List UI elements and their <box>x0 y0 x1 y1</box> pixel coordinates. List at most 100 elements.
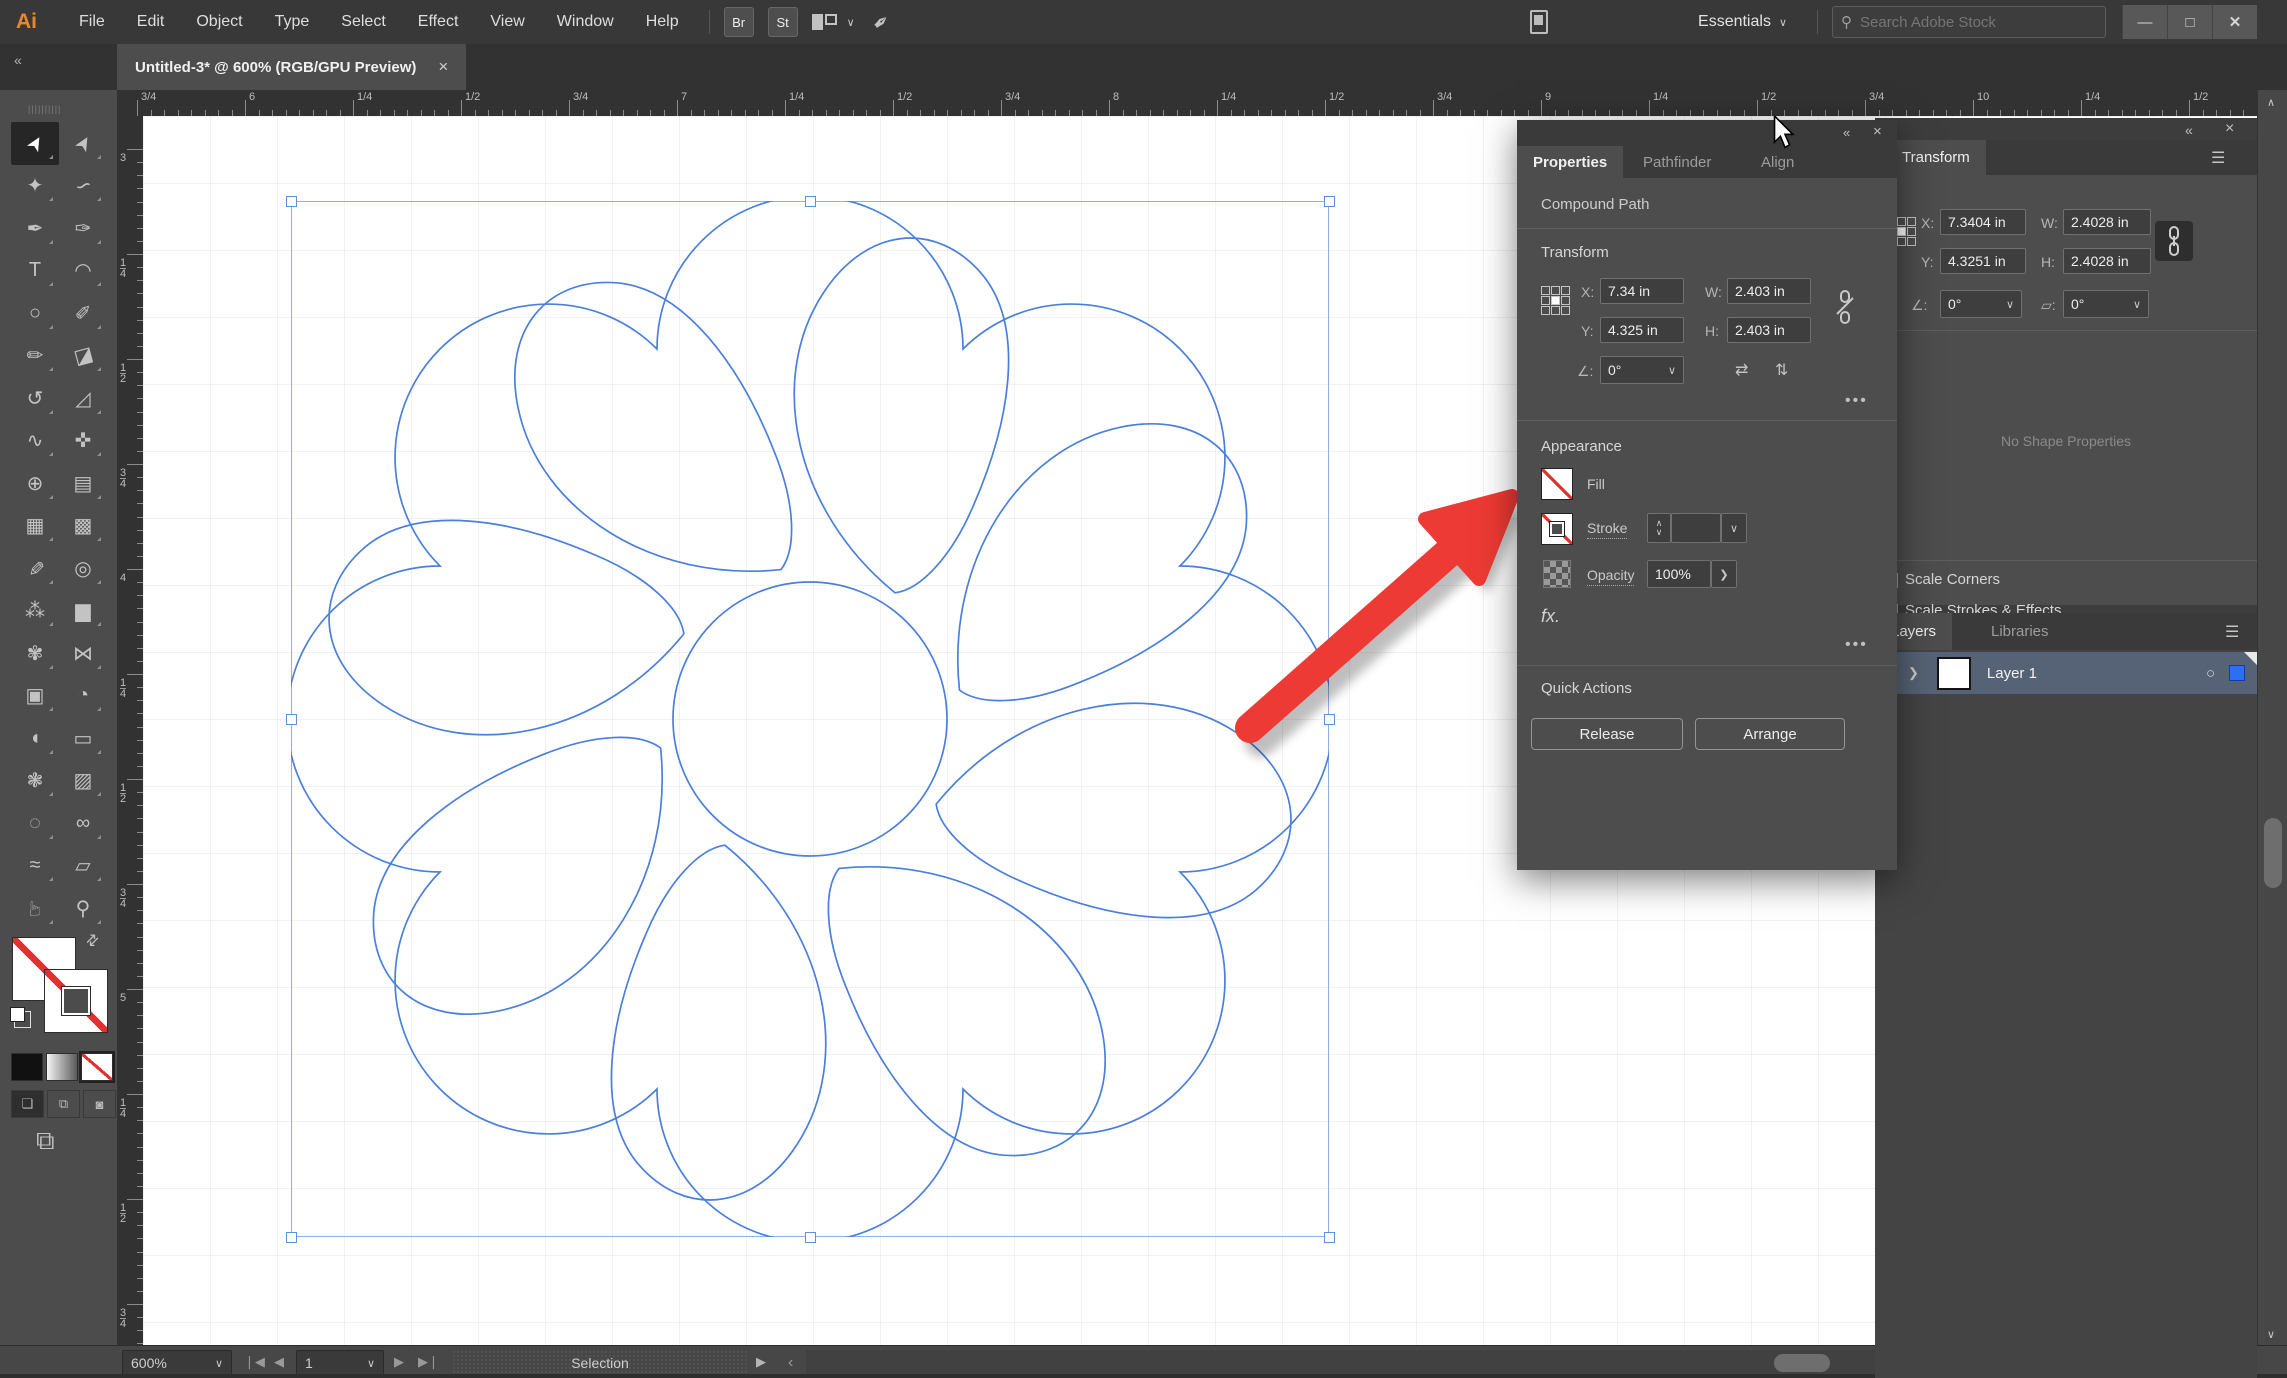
zoom-dropdown-icon[interactable]: ∨ <box>215 1357 223 1370</box>
bbox-handle[interactable] <box>805 1232 816 1243</box>
status-expand-icon[interactable]: ▶ <box>756 1354 766 1370</box>
rotate-tool[interactable]: ↺ <box>11 377 59 420</box>
selection-proxy[interactable] <box>2229 665 2245 681</box>
reference-point-grid[interactable] <box>1541 286 1570 315</box>
scroll-down-icon[interactable]: ∨ <box>2267 1328 2275 1341</box>
arrange-documents-icon[interactable] <box>811 14 837 30</box>
draw-behind-button[interactable]: ⧉ <box>47 1090 80 1118</box>
chain-broken-icon[interactable] <box>1835 290 1855 324</box>
menu-edit[interactable]: Edit <box>121 0 181 44</box>
stroke-weight-dropdown[interactable]: ∨ <box>1721 513 1747 543</box>
none-button[interactable] <box>79 1051 115 1083</box>
opacity-expand[interactable]: ❯ <box>1711 560 1737 588</box>
measure-tool[interactable]: ▭ <box>59 717 107 760</box>
pattern-tool[interactable]: ▨ <box>59 760 107 803</box>
vertical-scrollbar[interactable]: ∧ ∨ <box>2257 90 2287 1345</box>
menu-help[interactable]: Help <box>630 0 695 44</box>
document-tab[interactable]: Untitled-3* @ 600% (RGB/GPU Preview) × <box>117 44 467 90</box>
stock-button[interactable]: St <box>767 7 798 37</box>
pencil-tool[interactable]: ✏ <box>11 335 59 378</box>
horizontal-ruler[interactable]: 3/4 6 1/4 1/2 3/4 7 1/4 1/2 3/4 8 1/4 1/2 3/4 9 1/4 1/2… <box>117 90 2258 117</box>
panel-collapse-icon[interactable]: « <box>1843 125 1850 140</box>
draw-inside-button[interactable]: ◙ <box>83 1090 116 1118</box>
flip-vertical-icon[interactable]: ⇅ <box>1775 360 1788 380</box>
fx-effects-button[interactable]: fx. <box>1541 606 1560 627</box>
w-field[interactable]: 2.4028 in <box>2063 209 2151 235</box>
first-artboard-icon[interactable]: ❘◀ <box>244 1354 265 1370</box>
menu-file[interactable]: File <box>63 0 121 44</box>
dock-close-icon[interactable]: × <box>2225 120 2234 138</box>
device-preview-icon[interactable] <box>1530 10 1549 34</box>
panel-close-icon[interactable]: × <box>1873 123 1882 140</box>
zoom-level-field[interactable]: 600% ∨ <box>122 1350 232 1376</box>
default-fill-stroke-icon[interactable] <box>10 1007 25 1022</box>
artboard-tool[interactable]: ▱ <box>59 845 107 888</box>
lasso-tool[interactable]: ∽ <box>59 165 107 208</box>
scale-corners-label[interactable]: Scale Corners <box>1905 571 2000 588</box>
opacity-field[interactable]: 100% <box>1647 560 1711 588</box>
swap-fill-stroke-icon[interactable]: ⇄ <box>81 929 103 951</box>
close-window-button[interactable]: ✕ <box>2212 5 2257 39</box>
expand-layer-icon[interactable]: ❯ <box>1908 665 1919 681</box>
menu-view[interactable]: View <box>474 0 540 44</box>
puppet-warp-tool[interactable]: ✜ <box>59 420 107 463</box>
blob-brush-tool[interactable]: ❃ <box>11 760 59 803</box>
type-tool[interactable]: T <box>11 250 59 293</box>
prev-artboard-icon[interactable]: ◀ <box>274 1354 284 1370</box>
horizontal-scroll-thumb[interactable] <box>1774 1354 1830 1372</box>
status-display[interactable]: Selection <box>452 1350 748 1376</box>
x-field[interactable]: 7.34 in <box>1600 278 1684 304</box>
scroll-left-icon[interactable]: ‹ <box>788 1354 793 1372</box>
opacity-label[interactable]: Opacity <box>1587 567 1635 586</box>
stroke-swatch-none[interactable] <box>44 969 108 1033</box>
tab-pathfinder[interactable]: Pathfinder <box>1627 146 1727 178</box>
bbox-handle[interactable] <box>1324 714 1335 725</box>
panel-title-bar[interactable]: « × <box>1517 120 1897 146</box>
y-field[interactable]: 4.325 in <box>1600 317 1684 343</box>
minimize-button[interactable]: — <box>2122 5 2167 39</box>
stroke-color-swatch[interactable] <box>1541 513 1573 545</box>
flower-compound-path[interactable] <box>291 201 1329 1237</box>
selection-tool[interactable]: ➤ <box>11 122 59 165</box>
toolbar-collapse-icon[interactable]: « <box>14 52 22 68</box>
maximize-button[interactable]: □ <box>2167 5 2212 39</box>
menu-object[interactable]: Object <box>180 0 258 44</box>
flip-horizontal-icon[interactable]: ⇄ <box>1735 360 1748 380</box>
arrange-button[interactable]: Arrange <box>1695 718 1845 750</box>
symbol-sprayer-tool[interactable]: ⁂ <box>11 590 59 633</box>
constrain-proportions-toggle[interactable] <box>2155 221 2193 261</box>
toolbar-gripper[interactable]: |||||||||| <box>28 104 61 114</box>
next-artboard-icon[interactable]: ▶ <box>394 1354 404 1370</box>
fill-label[interactable]: Fill <box>1587 476 1605 492</box>
layer-name[interactable]: Layer 1 <box>1987 665 2206 682</box>
vertical-scroll-thumb[interactable] <box>2264 818 2282 888</box>
menu-type[interactable]: Type <box>259 0 326 44</box>
paintbrush-tool[interactable]: ✐ <box>59 292 107 335</box>
pen-tool[interactable]: ✒ <box>11 207 59 250</box>
magic-wand-tool[interactable]: ✦ <box>11 165 59 208</box>
menu-window[interactable]: Window <box>541 0 630 44</box>
tab-properties[interactable]: Properties <box>1517 146 1624 178</box>
more-options-icon[interactable]: ••• <box>1845 636 1868 654</box>
symbol-shifter-tool[interactable]: ∞ <box>59 802 107 845</box>
bbox-handle[interactable] <box>1324 196 1335 207</box>
rotate-field[interactable]: 0° ∨ <box>1600 356 1684 384</box>
search-input[interactable] <box>1858 12 2062 32</box>
arc-tool[interactable]: ◠ <box>59 250 107 293</box>
screen-mode-icon[interactable]: ⧉ <box>36 1125 55 1157</box>
join-tool[interactable]: ⋈ <box>59 632 107 675</box>
stroke-weight-stepper[interactable]: ∧ ∨ <box>1647 513 1671 543</box>
bbox-handle[interactable] <box>286 196 297 207</box>
workspace-switcher[interactable]: Essentials <box>1698 13 1771 31</box>
stroke-label[interactable]: Stroke <box>1587 520 1628 539</box>
width-tool[interactable]: ∿ <box>11 420 59 463</box>
draw-normal-button[interactable]: ❏ <box>11 1090 44 1118</box>
direct-selection-tool[interactable]: ➤ <box>59 122 107 165</box>
color-button[interactable] <box>11 1053 43 1081</box>
zoom-tool[interactable]: ⚲ <box>59 887 107 930</box>
column-graph-tool[interactable]: ▆ <box>59 590 107 633</box>
scroll-up-icon[interactable]: ∧ <box>2267 96 2275 109</box>
tab-libraries[interactable]: Libraries <box>1975 613 2065 650</box>
shape-builder-tool[interactable]: ⊕ <box>11 462 59 505</box>
convert-anchor-tool[interactable]: ◔ <box>59 675 107 718</box>
